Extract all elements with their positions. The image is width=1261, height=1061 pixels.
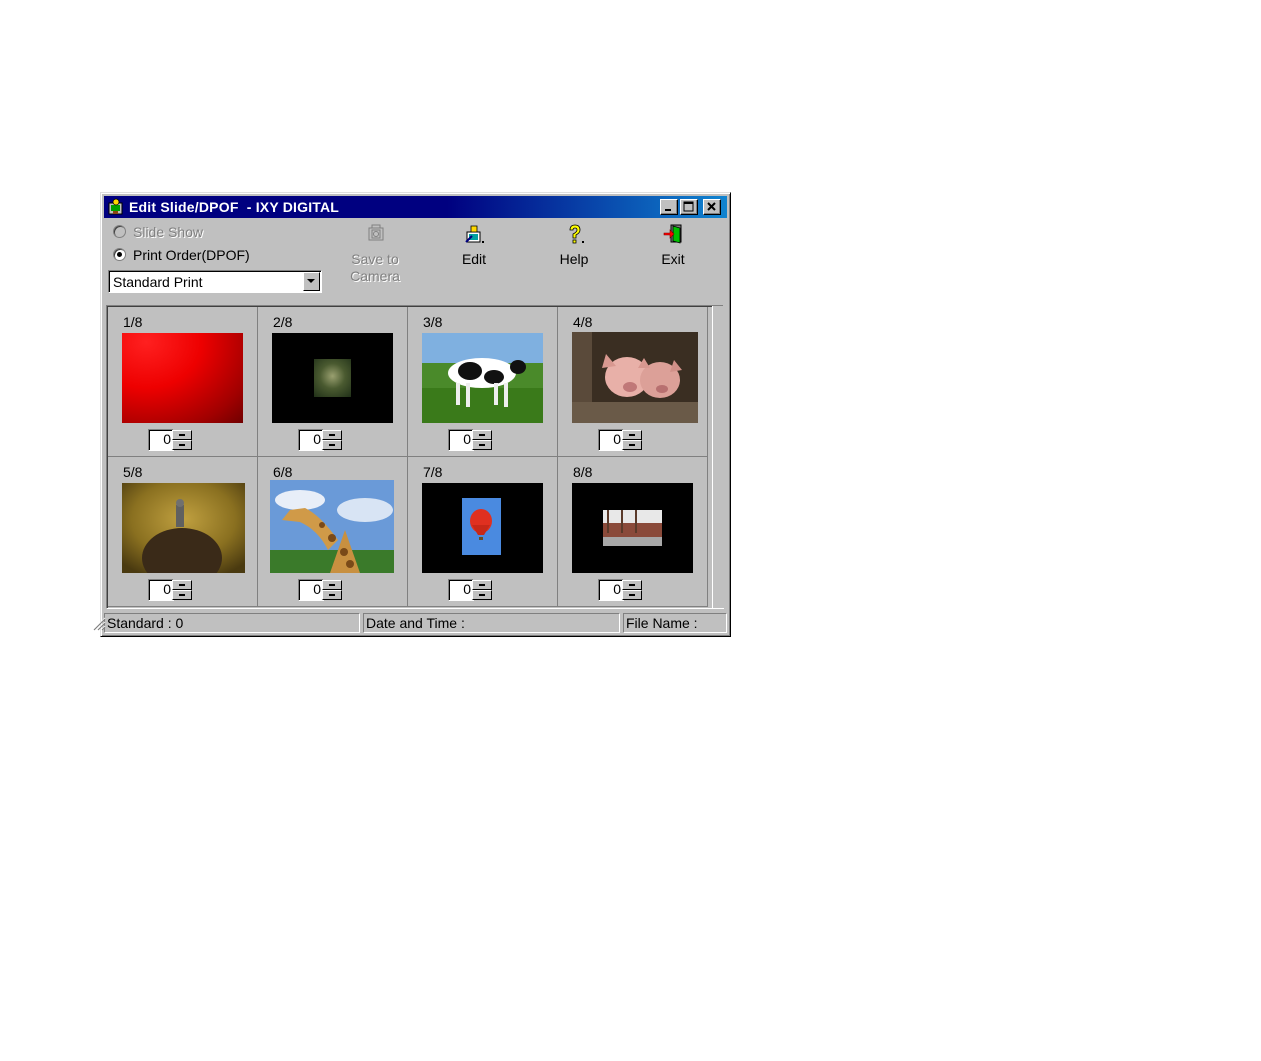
print-type-value: Standard Print [113,274,203,290]
stepper-up-button[interactable] [622,580,642,590]
print-count-field[interactable]: 0 [298,429,324,451]
stepper-up-button[interactable] [472,430,492,440]
print-count-stepper[interactable]: 0 [598,429,642,451]
stepper-down-button[interactable] [472,440,492,450]
image-index-label: 8/8 [573,464,593,480]
thumbnail-cell[interactable]: 8/8 0 [558,457,708,607]
print-count-field[interactable]: 0 [148,579,174,601]
print-count-field[interactable]: 0 [298,579,324,601]
thumbnail-cell[interactable]: 6/8 0 [258,457,408,607]
stepper-up-button[interactable] [472,580,492,590]
stepper-up-button[interactable] [172,430,192,440]
exit-button[interactable]: Exit [638,221,708,283]
minimize-button[interactable] [660,199,678,215]
close-button[interactable] [703,199,721,215]
print-count-stepper[interactable]: 0 [298,579,342,601]
edit-label: Edit [461,251,487,267]
thumbnail-small-photo[interactable] [272,333,393,423]
stepper-up-button[interactable] [322,430,342,440]
thumbnail-ship[interactable] [572,483,693,573]
exit-icon [663,224,682,244]
vertical-scrollbar[interactable] [712,306,725,608]
stepper-up-button[interactable] [172,580,192,590]
thumbnail-hot-air-balloon[interactable] [422,483,543,573]
thumbnail-cow[interactable] [422,333,543,423]
help-label: Help [559,251,589,267]
image-index-label: 2/8 [273,314,293,330]
status-standard-count: Standard : 0 [104,613,360,633]
print-count-field[interactable]: 0 [598,579,624,601]
title-bar[interactable]: Edit Slide/DPOF - IXY DIGITAL [104,196,727,218]
print-count-field[interactable]: 0 [448,579,474,601]
thumbnail-cell[interactable]: 1/8 0 [108,307,258,457]
help-button[interactable]: Help [539,221,609,283]
print-count-field[interactable]: 0 [598,429,624,451]
status-date-time: Date and Time : [363,613,620,633]
print-count-stepper[interactable]: 0 [598,579,642,601]
thumbnail-cell[interactable]: 2/8 0 [258,307,408,457]
stepper-down-button[interactable] [172,440,192,450]
status-file-name: File Name : [623,613,727,633]
thumbnail-bird-on-rock[interactable] [122,483,245,573]
image-index-label: 1/8 [123,314,143,330]
app-icon [108,198,123,215]
chevron-down-icon [307,279,315,283]
stepper-down-button[interactable] [172,590,192,600]
print-type-select[interactable]: Standard Print [108,270,322,293]
maximize-button[interactable] [680,199,698,215]
image-index-label: 3/8 [423,314,443,330]
print-count-stepper[interactable]: 0 [148,429,192,451]
stepper-down-button[interactable] [322,440,342,450]
print-count-stepper[interactable]: 0 [298,429,342,451]
thumbnail-pigs[interactable] [572,332,698,423]
minimize-icon [665,209,671,211]
slide-show-radio[interactable] [113,225,126,238]
print-order-label: Print Order(DPOF) [133,247,250,263]
image-index-label: 6/8 [273,464,293,480]
maximize-icon [683,201,694,212]
save-to-camera-label: Save to Camera [350,251,400,284]
edit-button[interactable]: Edit [439,221,509,283]
stepper-down-button[interactable] [622,590,642,600]
thumbnail-red-gradient[interactable] [122,333,243,423]
print-count-field[interactable]: 0 [448,429,474,451]
window-title: Edit Slide/DPOF - IXY DIGITAL [129,199,340,215]
print-count-stepper[interactable]: 0 [448,429,492,451]
thumbnail-cell[interactable]: 7/8 0 [408,457,558,607]
print-count-stepper[interactable]: 0 [448,579,492,601]
save-to-camera-button[interactable]: Save to Camera [340,221,410,284]
slide-show-label: Slide Show [133,224,204,240]
stepper-down-button[interactable] [472,590,492,600]
edit-icon [465,225,484,243]
image-index-label: 7/8 [423,464,443,480]
print-count-stepper[interactable]: 0 [148,579,192,601]
close-icon [707,202,716,211]
help-icon [569,224,584,244]
save-to-camera-icon [368,224,384,241]
print-count-field[interactable]: 0 [148,429,174,451]
image-index-label: 5/8 [123,464,143,480]
resize-grip-icon[interactable] [92,617,106,631]
edit-slide-dpof-window: Edit Slide/DPOF - IXY DIGITAL Slide Show… [92,192,731,637]
thumbnail-cell[interactable]: 3/8 0 [408,307,558,457]
exit-label: Exit [661,251,685,267]
image-index-label: 4/8 [573,314,593,330]
print-order-radio[interactable] [113,248,126,261]
radio-selected-dot [117,252,122,257]
stepper-up-button[interactable] [322,580,342,590]
stepper-down-button[interactable] [622,440,642,450]
thumbnail-giraffe[interactable] [270,480,394,573]
dropdown-button[interactable] [303,272,320,291]
thumbnail-cell[interactable]: 4/8 0 [558,307,708,457]
stepper-down-button[interactable] [322,590,342,600]
thumbnail-grid: 1/8 0 2/8 0 3/8 0 4/8 0 5/8 0 6/8 0 7/8 … [106,305,725,609]
stepper-up-button[interactable] [622,430,642,440]
thumbnail-cell[interactable]: 5/8 0 [108,457,258,607]
